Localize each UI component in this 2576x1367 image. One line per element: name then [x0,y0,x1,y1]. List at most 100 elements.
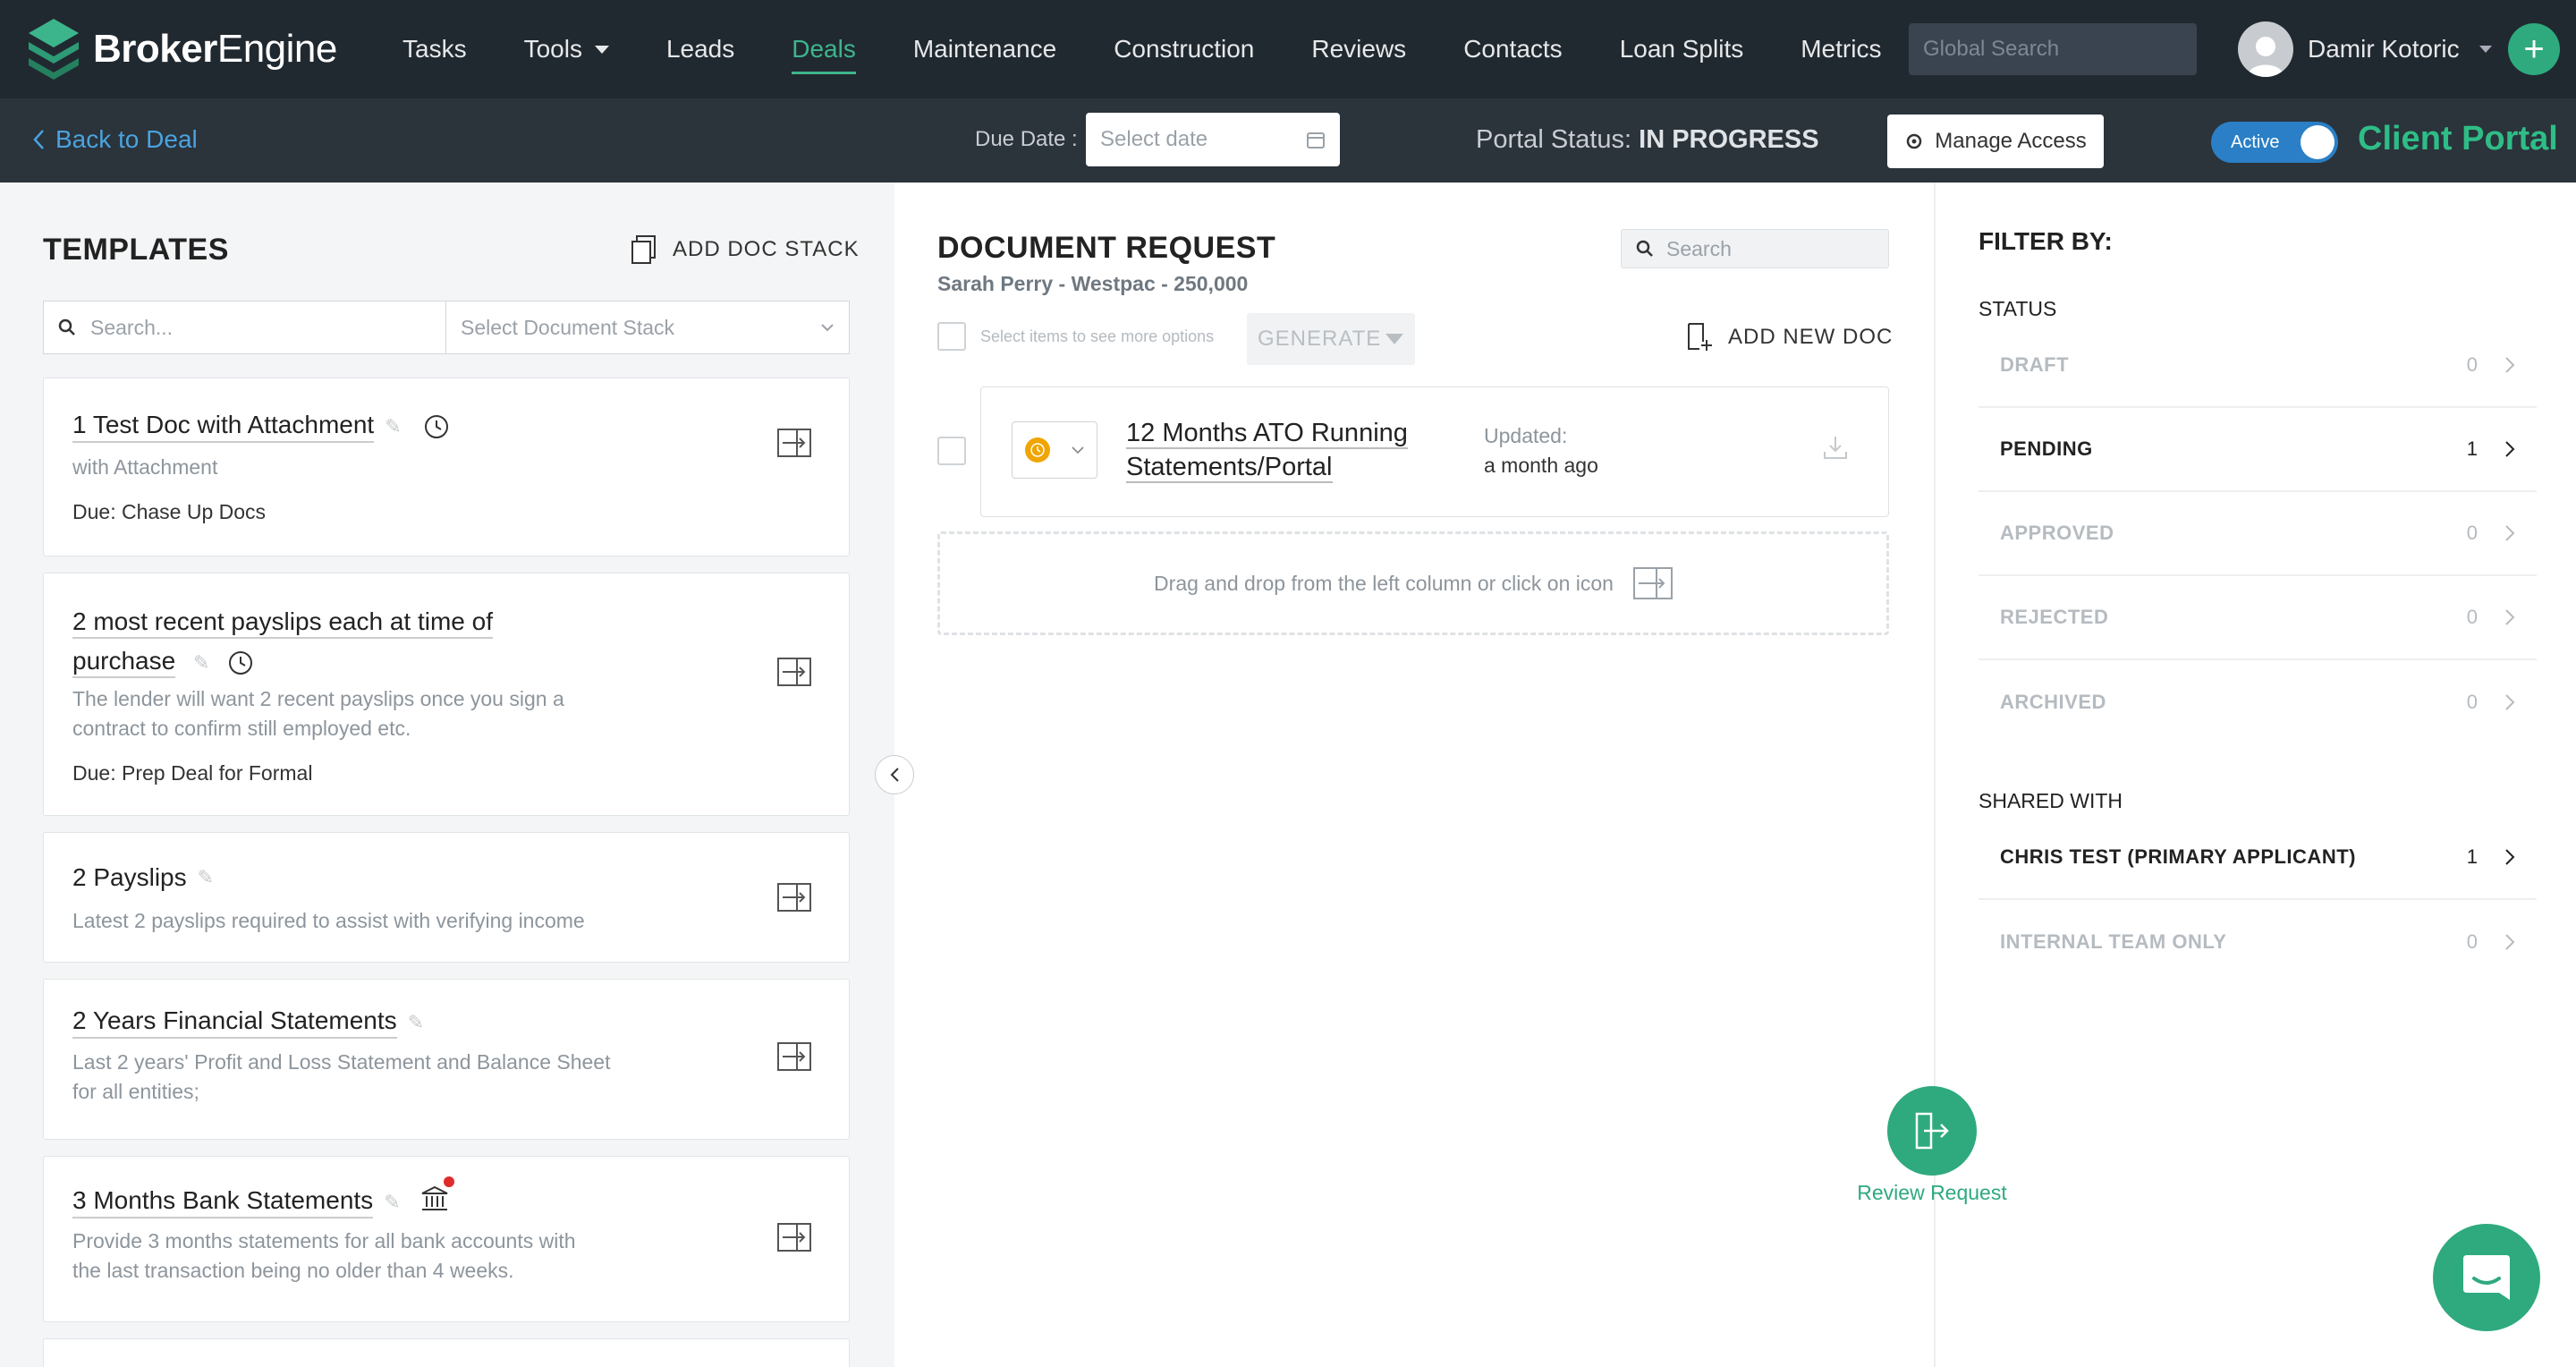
back-to-deal-link[interactable]: Back to Deal [32,125,198,154]
filter-approved[interactable]: APPROVED 0 [1979,492,2537,576]
add-to-request-icon[interactable] [777,883,811,912]
edit-pencil-icon[interactable]: ✎ [385,415,401,438]
clock-icon [229,650,253,675]
portal-status-label: Portal Status: [1476,125,1632,154]
active-toggle[interactable]: Active [2211,122,2338,163]
add-to-request-icon[interactable] [1632,567,1673,599]
filter-draft[interactable]: DRAFT 0 [1979,324,2537,408]
edit-pencil-icon[interactable]: ✎ [193,651,209,674]
select-hint: Select items to see more options [980,327,1215,345]
generate-label: GENERATE [1258,327,1382,351]
add-to-request-icon[interactable] [777,1223,811,1252]
global-search[interactable] [1909,23,2200,75]
filter-shared-internal-team[interactable]: INTERNAL TEAM ONLY 0 [1979,900,2537,984]
add-to-request-icon[interactable] [777,658,811,686]
search-icon [58,318,75,335]
nav-loan-splits[interactable]: Loan Splits [1620,0,1744,98]
generate-button[interactable]: GENERATE [1247,313,1415,365]
template-card[interactable] [43,1338,850,1367]
document-request-title: DOCUMENT REQUEST [937,231,1276,265]
request-search-input[interactable]: Search [1621,229,1889,268]
template-title[interactable]: 2 Payslips ✎ [72,863,214,892]
caret-down-icon [594,45,609,54]
top-navbar: BrokerEngine Tasks Tools Leads Deals Mai… [0,0,2576,98]
review-request-label[interactable]: Review Request [1844,1181,2020,1205]
template-card[interactable]: 1 Test Doc with Attachment ✎ with Attach… [43,378,850,556]
doc-status-select[interactable] [1012,421,1097,479]
filter-rejected[interactable]: REJECTED 0 [1979,576,2537,660]
template-description: Last 2 years' Profit and Loss Statement … [72,1050,611,1103]
filter-archived[interactable]: ARCHIVED 0 [1979,660,2537,744]
nav-deals[interactable]: Deals [792,0,856,98]
brokerengine-logo[interactable]: BrokerEngine [27,11,337,88]
template-description: The lender will want 2 recent payslips o… [72,687,564,740]
add-doc-stack-button[interactable]: ADD DOC STACK [630,234,860,265]
nav-metrics[interactable]: Metrics [1801,0,1881,98]
chat-launcher-button[interactable] [2433,1224,2540,1331]
calendar-icon[interactable] [1306,130,1326,149]
add-to-request-icon[interactable] [777,1042,811,1071]
due-date-picker[interactable]: Select date [1086,113,1340,166]
drop-zone[interactable]: Drag and drop from the left column or cl… [937,531,1889,635]
template-search-bar: Search... Select Document Stack [43,301,850,354]
chevron-down-icon [1072,446,1084,454]
add-button[interactable]: + [2508,23,2560,75]
template-title[interactable]: 3 Months Bank Statements ✎ [72,1176,454,1218]
nav-leads[interactable]: Leads [666,0,734,98]
template-card[interactable]: 2 Years Financial Statements ✎ Last 2 ye… [43,979,850,1140]
pending-clock-icon [1025,437,1050,463]
template-card[interactable]: 2 most recent payslips each at time of p… [43,573,850,816]
templates-title: TEMPLATES [43,233,229,267]
edit-pencil-icon[interactable]: ✎ [384,1191,400,1214]
add-new-doc-button[interactable]: ADD NEW DOC [1685,322,1893,352]
chevron-down-icon [821,324,834,332]
chevron-down-icon[interactable] [2479,46,2492,53]
request-search-placeholder: Search [1666,236,1732,260]
chevron-right-icon [2505,849,2515,865]
chevron-right-icon [2505,934,2515,950]
template-search-placeholder: Search... [90,315,174,339]
user-name[interactable]: Damir Kotoric [2308,35,2460,64]
nav-reviews[interactable]: Reviews [1311,0,1406,98]
review-request-button[interactable] [1887,1086,1977,1176]
download-icon[interactable] [1822,434,1849,461]
chevron-left-icon [33,130,44,149]
collapse-panel-button[interactable] [875,755,914,794]
chevron-right-icon [2505,609,2515,625]
manage-access-button[interactable]: Manage Access [1887,115,2104,168]
template-title[interactable]: 1 Test Doc with Attachment ✎ [72,411,450,443]
edit-pencil-icon[interactable]: ✎ [198,866,214,889]
manage-access-label: Manage Access [1935,129,2087,153]
toggle-knob[interactable] [2301,125,2334,159]
portal-status: Portal Status: IN PROGRESS [1476,125,1819,155]
user-menu[interactable]: Damir Kotoric [2238,20,2492,79]
filter-pending[interactable]: PENDING 1 [1979,408,2537,492]
template-card[interactable]: 3 Months Bank Statements ✎ Provide 3 mon… [43,1156,850,1322]
template-title[interactable]: 2 most recent payslips each at time of p… [72,602,493,683]
nav-maintenance[interactable]: Maintenance [913,0,1056,98]
templates-panel: TEMPLATES ADD DOC STACK Search... Select… [0,183,894,1367]
global-search-input[interactable] [1923,37,2200,62]
doc-checkbox[interactable] [937,437,966,465]
template-card[interactable]: 2 Payslips ✎ Latest 2 payslips required … [43,832,850,963]
filter-title: FILTER BY: [1979,227,2113,255]
edit-pencil-icon[interactable]: ✎ [408,1011,424,1034]
document-stack-select[interactable]: Select Document Stack [446,301,849,353]
template-search-input[interactable]: Search... [44,301,446,353]
template-title[interactable]: 2 Years Financial Statements ✎ [72,1006,424,1039]
notification-dot [443,1176,454,1187]
nav-contacts[interactable]: Contacts [1463,0,1563,98]
nav-tools[interactable]: Tools [524,0,609,98]
doc-title[interactable]: 12 Months ATO Running Statements/Portal [1126,416,1408,484]
requested-doc-row[interactable]: 12 Months ATO Running Statements/Portal … [980,386,1889,517]
select-all-checkbox[interactable] [937,322,966,351]
document-stack-placeholder: Select Document Stack [461,315,675,339]
avatar[interactable] [2238,21,2293,77]
chevron-right-icon [2505,525,2515,541]
chevron-right-icon [2505,441,2515,457]
nav-tasks[interactable]: Tasks [402,0,467,98]
nav-construction[interactable]: Construction [1114,0,1254,98]
add-to-request-icon[interactable] [777,429,811,457]
filter-panel: FILTER BY: STATUS DRAFT 0 PENDING 1 APPR… [1934,183,2576,1367]
filter-shared-primary-applicant[interactable]: CHRIS TEST (PRIMARY APPLICANT) 1 [1979,816,2537,900]
